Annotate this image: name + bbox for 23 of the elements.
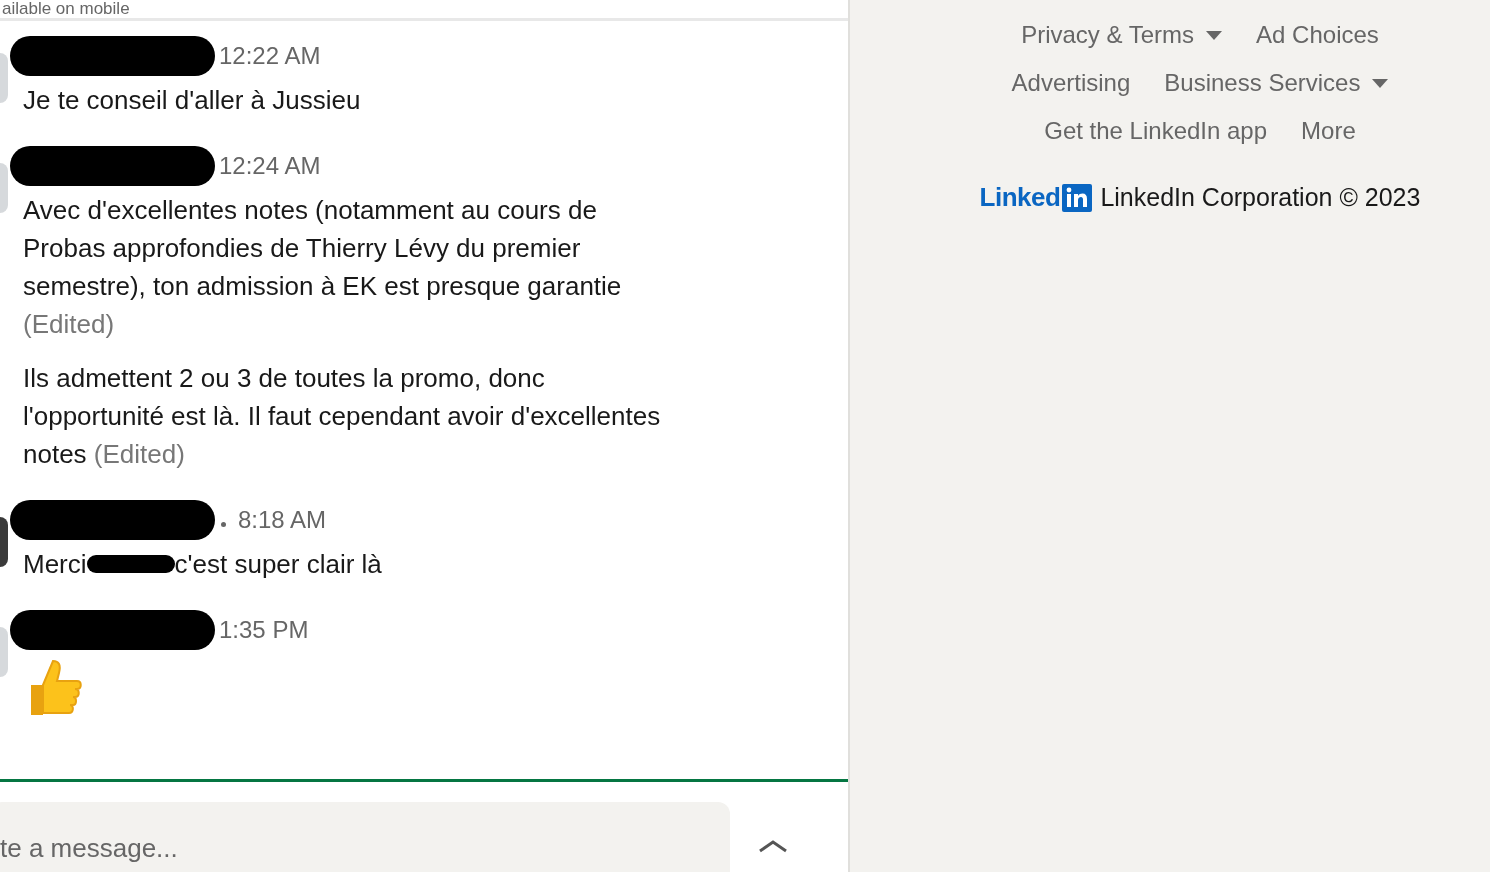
footer-link[interactable]: More (1301, 114, 1356, 148)
notice-text: ailable on mobile (2, 0, 130, 18)
dropdown-triangle-icon[interactable] (1206, 30, 1223, 40)
message-text: c'est super clair là (174, 548, 382, 581)
dropdown-triangle-icon[interactable] (1372, 78, 1389, 88)
caret-up-icon[interactable] (758, 839, 788, 853)
timestamp: 12:22 AM (219, 42, 321, 70)
footer-link[interactable]: Get the LinkedIn app (1044, 114, 1268, 148)
footer-link[interactable]: Business Services (1164, 66, 1389, 100)
timestamp: 1:35 PM (219, 616, 309, 644)
message-input-field[interactable]: te a message... (0, 802, 730, 872)
linkedin-logo[interactable]: Linked (979, 182, 1093, 213)
footer-link[interactable]: Ad Choices (1256, 18, 1379, 52)
copyright-text: LinkedIn Corporation © 2023 (1100, 183, 1421, 212)
message-text: Merci (23, 548, 87, 581)
timestamp: 8:18 AM (238, 506, 327, 534)
message-text: Avec d'excellentes notes (notamment au cours de Probas approfondies de Thierry Lévy du premier semestre), ton admission à EK est presque garantie (Edited) (23, 194, 623, 341)
timestamp: 12:24 AM (219, 152, 321, 180)
message-text: Ils admettent 2 ou 3 de toutes la promo, donc l'opportunité est là. Il faut cependant avoir d'excellentes notes (Edited) (23, 362, 662, 471)
message-text: Je te conseil d'aller à Jussieu (23, 84, 361, 117)
footer-link[interactable]: Privacy & Terms (1021, 18, 1223, 52)
footer-link[interactable]: Advertising (1011, 66, 1131, 100)
avatar[interactable] (0, 517, 8, 567)
